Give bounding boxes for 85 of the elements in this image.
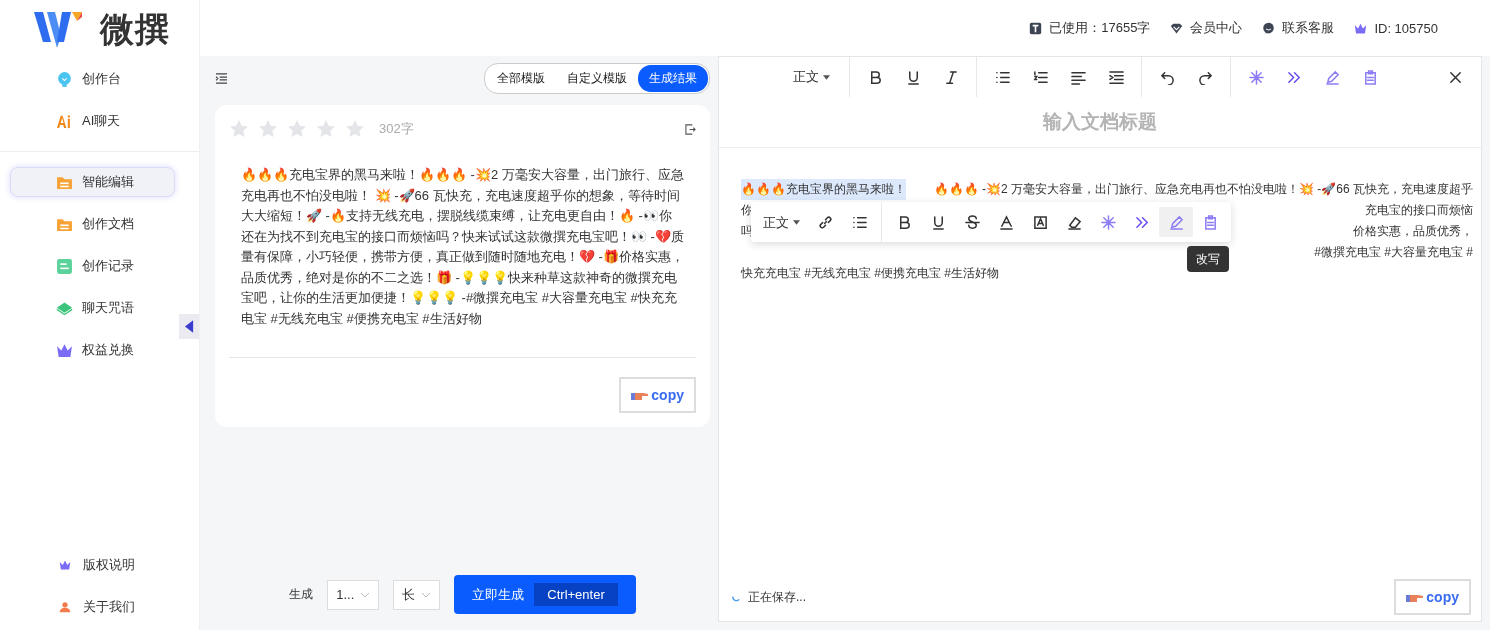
chevron-down-icon [360,591,371,598]
caret-left-icon [184,320,194,333]
document-text: 充电宝的接口而烦恼 [1365,202,1473,219]
header-link[interactable]: 已使用：17655字 [1049,19,1151,37]
clipboard-icon [1202,214,1218,230]
sidebar-item[interactable]: 权益兑换 [10,335,175,365]
chat-icon [1262,21,1276,35]
highlight-icon [1032,214,1048,230]
font-color-icon [998,214,1014,230]
sidebar-item[interactable]: 智能编辑 [10,167,175,197]
eraser-icon [1066,214,1082,230]
generated-text: 🔥🔥🔥充电宝界的黑马来啦！🔥🔥🔥 -💥2 万毫安大容量，出门旅行、应急充电再也不怕没电啦！ 💥 -🚀66 瓦快充，充电速度超乎你的想象，等待时间大大缩短！🚀 -🔥支持无线充电，摆脱线缆束缚，让充电更自由！🔥 -👀你还在为找不到充电宝的接口而烦恼吗？快来试试这款微撰充电宝吧！👀 -💔质量有保障，小巧轻便，携带方便，真正做到随时随地充电！💔 -🎁价格实惠，品质优秀，绝对是你的不二之选！🎁 -💡💡💡快来种草这款神奇的微撰充电宝吧，让你的生活更加便捷！💡💡💡 -#微撰充电宝 #大容量充电宝 #快充充电宝 #无线充电宝 #便携充电宝 #生活好物 [241,166,685,328]
ai-icon [56,112,73,130]
header-link[interactable]: ID: 105750 [1374,20,1438,36]
numbered-list-icon [1032,69,1048,85]
double-chevron-icon [1134,214,1150,230]
align-icon [1070,69,1086,85]
document-text: 🔥🔥🔥充电宝界的黑马来啦！ [741,179,906,200]
tab[interactable]: 生成结果 [638,64,708,92]
undo-icon [1159,69,1175,85]
sparkle-icon [1100,214,1116,230]
crown-icon [1354,21,1368,35]
export-icon[interactable] [685,123,696,135]
document-text: 🔥🔥🔥 -💥2 万毫安大容量，出门旅行、应急充电再也不怕没电啦！💥 -🚀66 瓦快充，充电速度超乎 [933,181,1473,198]
tab[interactable]: 全部模版 [486,64,556,92]
link-icon [817,214,833,230]
star-icon[interactable] [316,119,336,139]
document-text: 快充充电宝 #无线充电宝 #便携充电宝 #生活好物 [741,265,1000,282]
sidebar-item[interactable]: 聊天咒语 [10,293,175,323]
star-icon[interactable] [345,119,365,139]
sidebar-item[interactable]: 创作记录 [10,251,175,281]
save-status: 正在保存... [748,588,806,606]
underline-icon [930,214,946,230]
sidebar-item[interactable]: 创作文档 [10,209,175,239]
document-text: 价格实惠，品质优秀， [1353,223,1473,240]
double-chevron-icon [1286,69,1302,85]
sidebar-item[interactable]: 版权说明 [10,550,175,580]
sidebar-item[interactable]: 关于我们 [10,592,175,622]
caret-icon [823,74,830,80]
diamond-icon [1170,21,1184,35]
crown-icon [59,559,71,571]
sparkle-icon [1248,69,1264,85]
star-icon[interactable] [258,119,278,139]
count-select[interactable]: 1... [327,579,380,610]
strikethrough-icon [964,214,980,230]
word-count: 302字 [379,120,414,138]
generate-label: 生成 [289,586,314,603]
note-icon [56,257,73,275]
close-icon [1447,69,1463,85]
tab[interactable]: 自定义模版 [556,64,638,92]
italic-icon [943,69,959,85]
shortcut-badge: Ctrl+enter [534,583,618,606]
chevron-down-icon [421,591,432,598]
generate-button[interactable]: 立即生成 Ctrl+enter [454,575,636,614]
crown-icon [56,341,73,359]
style-dropdown[interactable]: 正文 [755,211,808,233]
copy-button[interactable]: copy [619,377,696,413]
lightbulb-icon [56,70,73,88]
header-link[interactable]: 联系客服 [1282,19,1335,37]
underline-icon [905,69,921,85]
length-select[interactable]: 长 [393,579,441,610]
indent-icon [1108,69,1124,85]
caret-icon [793,219,800,225]
sidebar-item[interactable]: AI聊天 [10,106,175,136]
bullet-list-icon [851,214,867,230]
collapse-sidebar-button[interactable] [179,314,199,339]
redo-icon [1197,69,1213,85]
person-icon [59,601,71,613]
copy-button[interactable]: copy [1394,579,1471,615]
logo-text: 微撰 [100,9,170,50]
sidebar-item[interactable]: 创作台 [10,64,175,94]
document-text: #微撰充电宝 #大容量充电宝 # [1314,244,1473,261]
star-icon[interactable] [287,119,307,139]
pencil-button[interactable] [1159,207,1193,237]
header-link[interactable]: 会员中心 [1190,19,1243,37]
text-icon [1029,21,1043,35]
pencil-icon [1168,214,1184,230]
clipboard-icon [1362,69,1378,85]
tooltip: 改写 [1187,246,1229,272]
bullet-list-icon [994,69,1010,85]
menu-icon[interactable] [215,72,228,84]
star-icon[interactable] [229,119,249,139]
star-rating[interactable] [229,119,365,139]
style-dropdown[interactable]: 正文 [781,68,842,86]
pencil-icon [1324,69,1340,85]
